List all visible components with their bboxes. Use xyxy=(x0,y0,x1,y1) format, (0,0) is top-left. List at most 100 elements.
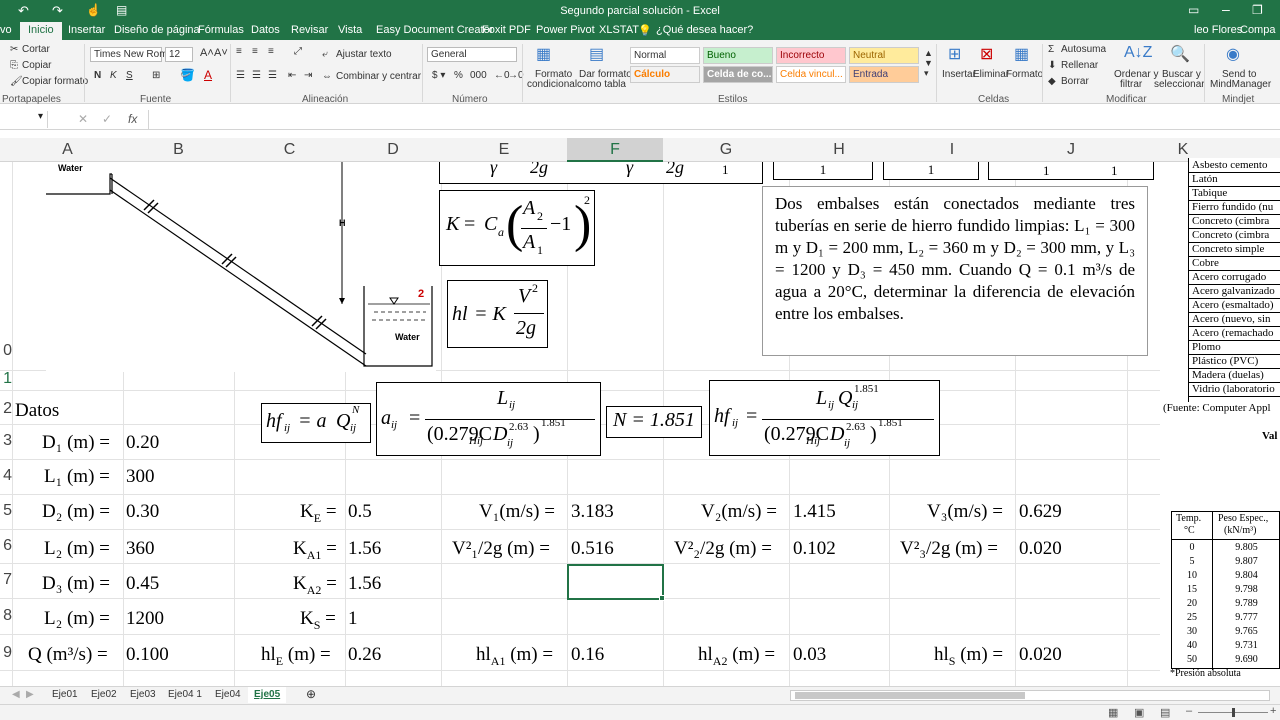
cell-v1-label[interactable]: V₁(m/s) = xyxy=(479,501,555,523)
cell-d1-value[interactable]: 0.20 xyxy=(126,432,159,454)
page-break-view-icon[interactable]: ▤ xyxy=(1160,706,1170,719)
clear-button[interactable]: Borrar xyxy=(1061,76,1089,87)
cell-l2-label[interactable]: L₂ (m) = xyxy=(44,538,110,560)
bold-button[interactable]: N xyxy=(94,70,101,81)
cell-ka1-label[interactable]: KA1 = xyxy=(293,538,337,563)
style-check-cell[interactable]: Celda de co... xyxy=(703,66,773,83)
row-number[interactable]: 8 xyxy=(0,607,12,625)
cell-d1-label[interactable]: D₁ (m) = xyxy=(42,432,110,454)
cell-d3-label[interactable]: D₃ (m) = xyxy=(42,573,110,595)
cell-hls-value[interactable]: 0.020 xyxy=(1019,644,1062,666)
cell-hla1-value[interactable]: 0.16 xyxy=(571,644,604,666)
cell-hle-label[interactable]: hlE (m) = xyxy=(261,644,331,669)
row-number[interactable]: 4 xyxy=(0,467,12,485)
enter-icon[interactable]: ✓ xyxy=(102,112,112,126)
style-good[interactable]: Bueno xyxy=(703,47,773,64)
align-middle-icon[interactable]: ≡ xyxy=(252,46,258,57)
cell-l1-label[interactable]: L₁ (m) = xyxy=(44,466,110,488)
underline-button[interactable]: S xyxy=(126,70,133,81)
sheet-tab-eje03[interactable]: Eje03 xyxy=(130,689,156,700)
selected-cell-f17[interactable] xyxy=(567,564,664,600)
percent-icon[interactable]: % xyxy=(454,70,463,81)
cell-hla2-value[interactable]: 0.03 xyxy=(793,644,826,666)
horizontal-scrollbar[interactable] xyxy=(790,690,1270,701)
align-center-icon[interactable]: ☰ xyxy=(252,70,261,81)
merge-center-button[interactable]: Combinar y centrar xyxy=(336,71,421,82)
col-g[interactable]: G xyxy=(663,141,789,159)
decrease-font-icon[interactable]: A˅ xyxy=(214,47,228,59)
number-format-select[interactable]: General xyxy=(427,47,517,62)
cell-v2g-value[interactable]: 0.102 xyxy=(793,538,836,560)
tab-power-pivot[interactable]: Power Pivot xyxy=(536,24,595,36)
tab-foxit-pdf[interactable]: Foxit PDF xyxy=(482,24,531,36)
insert-function-icon[interactable]: fx xyxy=(128,112,137,126)
tab-view[interactable]: Vista xyxy=(338,24,362,36)
cut-button[interactable]: Cortar xyxy=(22,44,50,55)
cell-v2g-label[interactable]: V²₂/2g (m) = xyxy=(674,538,772,560)
cell-v1-value[interactable]: 3.183 xyxy=(571,501,614,523)
zoom-slider-thumb[interactable] xyxy=(1232,708,1235,717)
zoom-in-icon[interactable]: + xyxy=(1270,705,1276,717)
row-number[interactable]: 0 xyxy=(0,342,12,360)
tab-insert[interactable]: Insertar xyxy=(68,24,105,36)
col-a[interactable]: A xyxy=(12,141,123,159)
col-d[interactable]: D xyxy=(345,141,441,159)
col-i[interactable]: I xyxy=(889,141,1015,159)
style-bad[interactable]: Incorrecto xyxy=(776,47,846,64)
sheet-tab-eje02[interactable]: Eje02 xyxy=(91,689,117,700)
cell-ka1-value[interactable]: 1.56 xyxy=(348,538,381,560)
sheet-tab-eje04-1[interactable]: Eje04 1 xyxy=(168,689,202,700)
currency-icon[interactable]: $ ▾ xyxy=(432,70,445,81)
style-calculation[interactable]: Cálculo xyxy=(630,66,700,83)
row-number[interactable]: 1 xyxy=(0,370,12,388)
col-c[interactable]: C xyxy=(234,141,345,159)
cell-hls-label[interactable]: hlS (m) = xyxy=(934,644,1003,669)
col-k[interactable]: K xyxy=(1127,141,1239,159)
style-linked-cell[interactable]: Celda vincul... xyxy=(776,66,846,83)
cell-v3g-label[interactable]: V²₃/2g (m) = xyxy=(900,538,998,560)
align-top-icon[interactable]: ≡ xyxy=(236,46,242,57)
style-neutral[interactable]: Neutral xyxy=(849,47,919,64)
cell-v2-label[interactable]: V₂(m/s) = xyxy=(701,501,777,523)
cell-d3-value[interactable]: 0.45 xyxy=(126,573,159,595)
format-cells-button[interactable]: Formato xyxy=(1006,69,1043,80)
font-size-select[interactable]: 12 xyxy=(165,47,193,62)
cell-d2-value[interactable]: 0.30 xyxy=(126,501,159,523)
sheet-tab-eje01[interactable]: Eje01 xyxy=(52,689,78,700)
tab-home[interactable]: Inicio xyxy=(20,22,62,40)
cell-ka2-label[interactable]: KA2 = xyxy=(293,573,337,598)
cell-ke-value[interactable]: 0.5 xyxy=(348,501,372,523)
ribbon-options-icon[interactable]: ▭ xyxy=(1188,3,1199,17)
row-number[interactable]: 2 xyxy=(0,400,12,418)
cell-ks-value[interactable]: 1 xyxy=(348,608,358,630)
tab-file[interactable]: vo xyxy=(0,24,12,36)
style-normal[interactable]: Normal xyxy=(630,47,700,64)
tab-xlstat[interactable]: XLSTAT xyxy=(599,24,639,36)
fill-handle[interactable] xyxy=(659,595,665,601)
cell-l3-label[interactable]: L₂ (m) = xyxy=(44,608,110,630)
cell-v2-value[interactable]: 1.415 xyxy=(793,501,836,523)
tab-data[interactable]: Datos xyxy=(251,24,280,36)
name-box[interactable]: ▾ xyxy=(0,111,48,128)
row-number[interactable]: 5 xyxy=(0,502,12,520)
row-number[interactable]: 7 xyxy=(0,571,12,589)
format-painter-button[interactable]: Copiar formato xyxy=(22,76,88,87)
cell-q-value[interactable]: 0.100 xyxy=(126,644,169,666)
col-h[interactable]: H xyxy=(789,141,889,159)
sheet-tab-eje04[interactable]: Eje04 xyxy=(215,689,241,700)
fill-button[interactable]: Rellenar xyxy=(1061,60,1098,71)
scroll-right-icon[interactable]: ▶ xyxy=(26,689,34,700)
scrollbar-thumb[interactable] xyxy=(795,692,1025,699)
formula-input[interactable] xyxy=(148,110,1280,129)
cell-l1-value[interactable]: 300 xyxy=(126,466,155,488)
cell-ke-label[interactable]: KE = xyxy=(300,501,337,526)
fill-color-icon[interactable]: 🪣 xyxy=(180,68,195,82)
col-e[interactable]: E xyxy=(441,141,567,159)
col-b[interactable]: B xyxy=(123,141,234,159)
cell-l3-value[interactable]: 1200 xyxy=(126,608,164,630)
autosum-button[interactable]: Autosuma xyxy=(1061,44,1106,55)
tab-easy-document-creator[interactable]: Easy Document Creator xyxy=(376,24,493,36)
cell-q-label[interactable]: Q (m³/s) = xyxy=(28,644,108,666)
user-name[interactable]: leo Flores xyxy=(1194,24,1242,36)
cell-ks-label[interactable]: KS = xyxy=(300,608,336,633)
